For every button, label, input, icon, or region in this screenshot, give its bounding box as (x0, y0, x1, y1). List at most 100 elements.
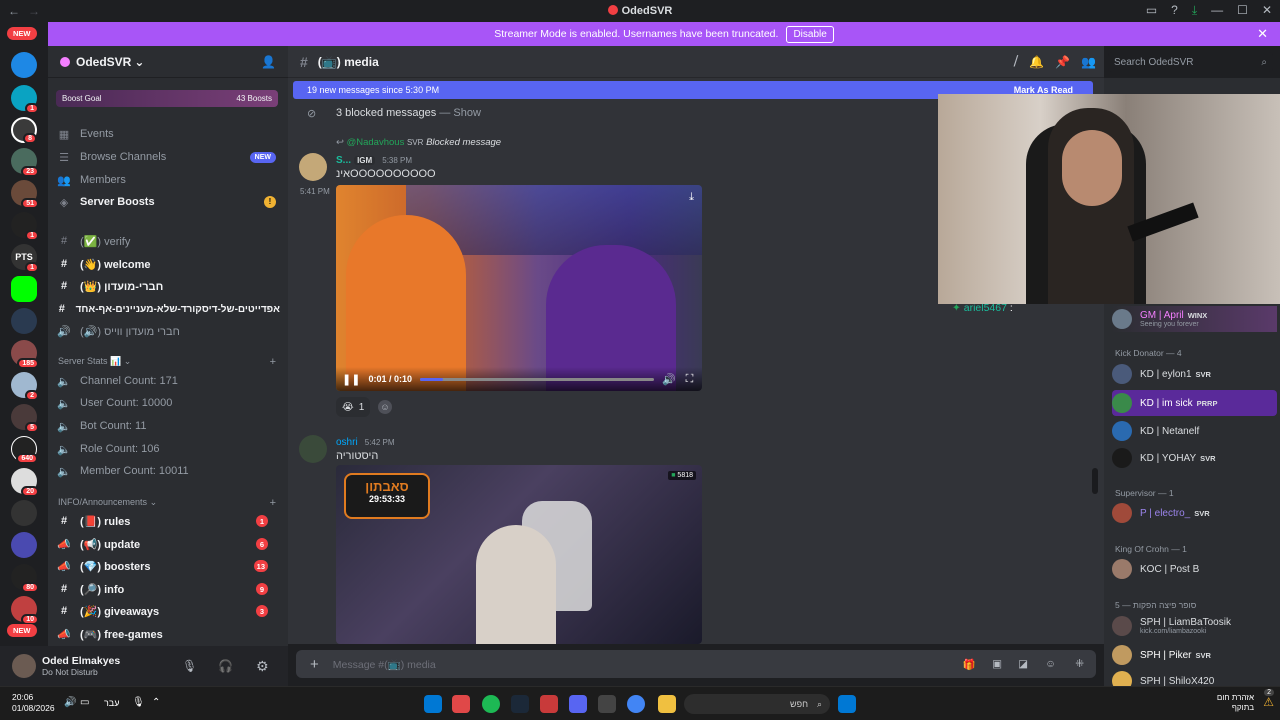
member-row[interactable]: KOC | Post B (1112, 556, 1277, 582)
reply-reference[interactable]: ↩ @Nadavhous SVR Blocked message (336, 137, 501, 148)
maximize-icon[interactable]: ☐ (1237, 3, 1248, 18)
stat-user-count[interactable]: 🔈 User Count: 10000 (56, 393, 280, 413)
chrome-icon[interactable] (627, 695, 645, 713)
disable-button[interactable]: Disable (786, 25, 834, 43)
channel-discord-updates[interactable]: # אפדייטים-של-דיסקורד-שלא-מעניינים-אף-אחד (56, 299, 280, 319)
bell-icon[interactable]: 🔔 (1029, 55, 1044, 69)
add-channel-icon[interactable]: + (270, 356, 276, 368)
category-server-stats[interactable]: Server Stats 📊 ⌄ + (58, 356, 280, 368)
close-window-icon[interactable]: ✕ (1262, 3, 1272, 18)
network-icon[interactable]: ▭ (80, 697, 89, 708)
nav-members[interactable]: 👥 Members (56, 170, 280, 190)
server-icon[interactable]: 80 (11, 564, 39, 593)
stat-channel-count[interactable]: 🔈 Channel Count: 171 (56, 371, 280, 391)
add-channel-icon[interactable]: + (270, 497, 276, 509)
video-progress-bar[interactable] (419, 377, 654, 381)
server-icon[interactable]: 5 (11, 404, 39, 433)
member-row[interactable]: KD | YOHAY SVR (1112, 445, 1277, 471)
microphone-icon[interactable]: 🎙 (132, 697, 145, 708)
server-icon[interactable]: 8 (11, 117, 37, 144)
microphone-icon[interactable]: 🎙 (182, 659, 197, 673)
apps-icon[interactable]: ⁜ (1075, 658, 1084, 670)
nav-browse-channels[interactable]: ☰ Browse Channels NEW (56, 147, 280, 167)
fullscreen-icon[interactable]: ⛶ (686, 373, 694, 386)
server-header[interactable]: OdedSVR ⌄ 👤 (48, 46, 288, 78)
pause-icon[interactable]: ❚❚ (342, 373, 360, 386)
volume-icon[interactable]: 🔊 (662, 373, 676, 386)
member-row[interactable]: KD | Netanelf (1112, 418, 1277, 444)
member-row[interactable]: SPH | Piker SVR (1112, 642, 1277, 668)
avatar[interactable] (12, 654, 36, 678)
server-icon[interactable]: 1 (11, 85, 39, 114)
gif-icon[interactable]: ▣ (992, 658, 1002, 670)
avatar[interactable] (299, 435, 327, 463)
threads-icon[interactable]: ⧸ (1014, 54, 1018, 69)
channel-giveaways[interactable]: # (🎉) giveaways 3 (56, 601, 280, 621)
channel-update[interactable]: 📣 (📢) update 6 (56, 534, 280, 554)
pin-icon[interactable]: 📌 (1055, 55, 1070, 69)
member-row[interactable]: SPH | LiamBaToosik kick.com/liambazooki (1112, 613, 1277, 639)
avatar[interactable] (299, 153, 327, 181)
sticker-icon[interactable]: ◪ (1018, 658, 1028, 670)
server-icon[interactable]: 1 (11, 212, 39, 241)
weather-warning-icon[interactable]: ⚠ (1263, 695, 1274, 709)
help-icon[interactable]: ? (1171, 3, 1178, 18)
category-info-announcements[interactable]: INFO/Announcements ⌄ + (58, 497, 280, 509)
file-explorer-icon[interactable] (658, 695, 676, 713)
author-name[interactable]: oshri (336, 437, 358, 448)
server-icon[interactable]: 2 (11, 372, 39, 401)
stat-member-count[interactable]: 🔈 Member Count: 10011 (56, 461, 280, 481)
boost-goal-bar[interactable]: Boost Goal 43 Boosts (56, 90, 278, 107)
video-player[interactable]: ⤓ ❚❚ 0:01 / 0:10 🔊 ⛶ (336, 185, 702, 391)
member-list-icon[interactable]: 👥 (1081, 55, 1096, 69)
stat-bot-count[interactable]: 🔈 Bot Count: 11 (56, 416, 280, 436)
app-icon[interactable] (540, 695, 558, 713)
server-icon[interactable]: 640 (11, 436, 38, 464)
server-icon[interactable]: PTS 1 (11, 244, 39, 273)
download-icon[interactable]: ⤓ (1192, 3, 1197, 18)
server-icon[interactable] (11, 52, 37, 78)
nav-events[interactable]: ▦ Events (56, 124, 280, 144)
add-reaction-icon[interactable]: ☺ (378, 400, 392, 414)
channel-free-games[interactable]: 📣 (🎮) free-games (56, 624, 280, 644)
blocked-messages[interactable]: 3 blocked messages — Show (336, 107, 481, 119)
weather-widget[interactable]: אזהרת חום בתוקף (1217, 693, 1254, 713)
start-icon[interactable] (424, 695, 442, 713)
nav-server-boosts[interactable]: ◈ Server Boosts! (56, 192, 280, 212)
channel-welcome[interactable]: # (👋) welcome (56, 254, 280, 274)
gift-icon[interactable]: 🎁 (963, 658, 976, 671)
clock[interactable]: 20:06 01/08/2026 (12, 692, 55, 714)
video-player[interactable]: סאבתון 29:53:33 ■ 5818 (336, 465, 702, 644)
server-icon[interactable]: 20 (11, 468, 39, 497)
settings-gear-icon[interactable]: ⚙ (256, 658, 269, 675)
channel-info[interactable]: # (🔎) info 9 (56, 579, 280, 599)
member-row[interactable]: KD | eylon1 SVR (1112, 361, 1277, 387)
language-indicator[interactable]: עבר (104, 698, 119, 708)
server-icon[interactable] (11, 500, 37, 526)
reaction[interactable]: 😭 1 (336, 397, 371, 417)
chevron-up-icon[interactable]: ⌃ (152, 697, 160, 708)
scrollbar[interactable] (1092, 468, 1098, 494)
member-row[interactable]: GM | April WINX Seeing you forever (1112, 306, 1277, 332)
channel-boosters[interactable]: 📣 (💎) boosters 13 (56, 556, 280, 576)
member-row[interactable]: P | electro_ SVR (1112, 500, 1277, 526)
message-input[interactable]: + Message #(📺) media 🎁 ▣ ◪ ☺ ⁜ (296, 650, 1096, 678)
app-icon[interactable] (598, 695, 616, 713)
headphones-icon[interactable]: 🎧 (218, 659, 233, 673)
server-icon[interactable]: 23 (11, 148, 39, 177)
member-row[interactable]: SPH | ShiloX420 (1112, 668, 1277, 686)
author-name[interactable]: S... (336, 155, 351, 166)
inbox-icon[interactable]: ▭ (1146, 3, 1157, 18)
channel-club-voice[interactable]: 🔊 (🔊) חברי מועדון ווייס (56, 321, 280, 341)
discord-icon[interactable] (569, 695, 587, 713)
channel-rules[interactable]: # (📕) rules 1 (56, 511, 280, 531)
server-icon[interactable]: 51 (11, 180, 39, 209)
server-icon[interactable] (11, 308, 37, 334)
invite-icon[interactable]: 👤 (261, 55, 276, 69)
server-icon[interactable] (11, 276, 37, 302)
download-icon[interactable]: ⤓ (689, 191, 694, 204)
channel-verify[interactable]: # (✅) verify (56, 231, 280, 251)
close-banner-icon[interactable]: ✕ (1257, 26, 1268, 42)
app-icon[interactable] (452, 695, 470, 713)
volume-icon[interactable]: 🔊 (64, 697, 76, 708)
